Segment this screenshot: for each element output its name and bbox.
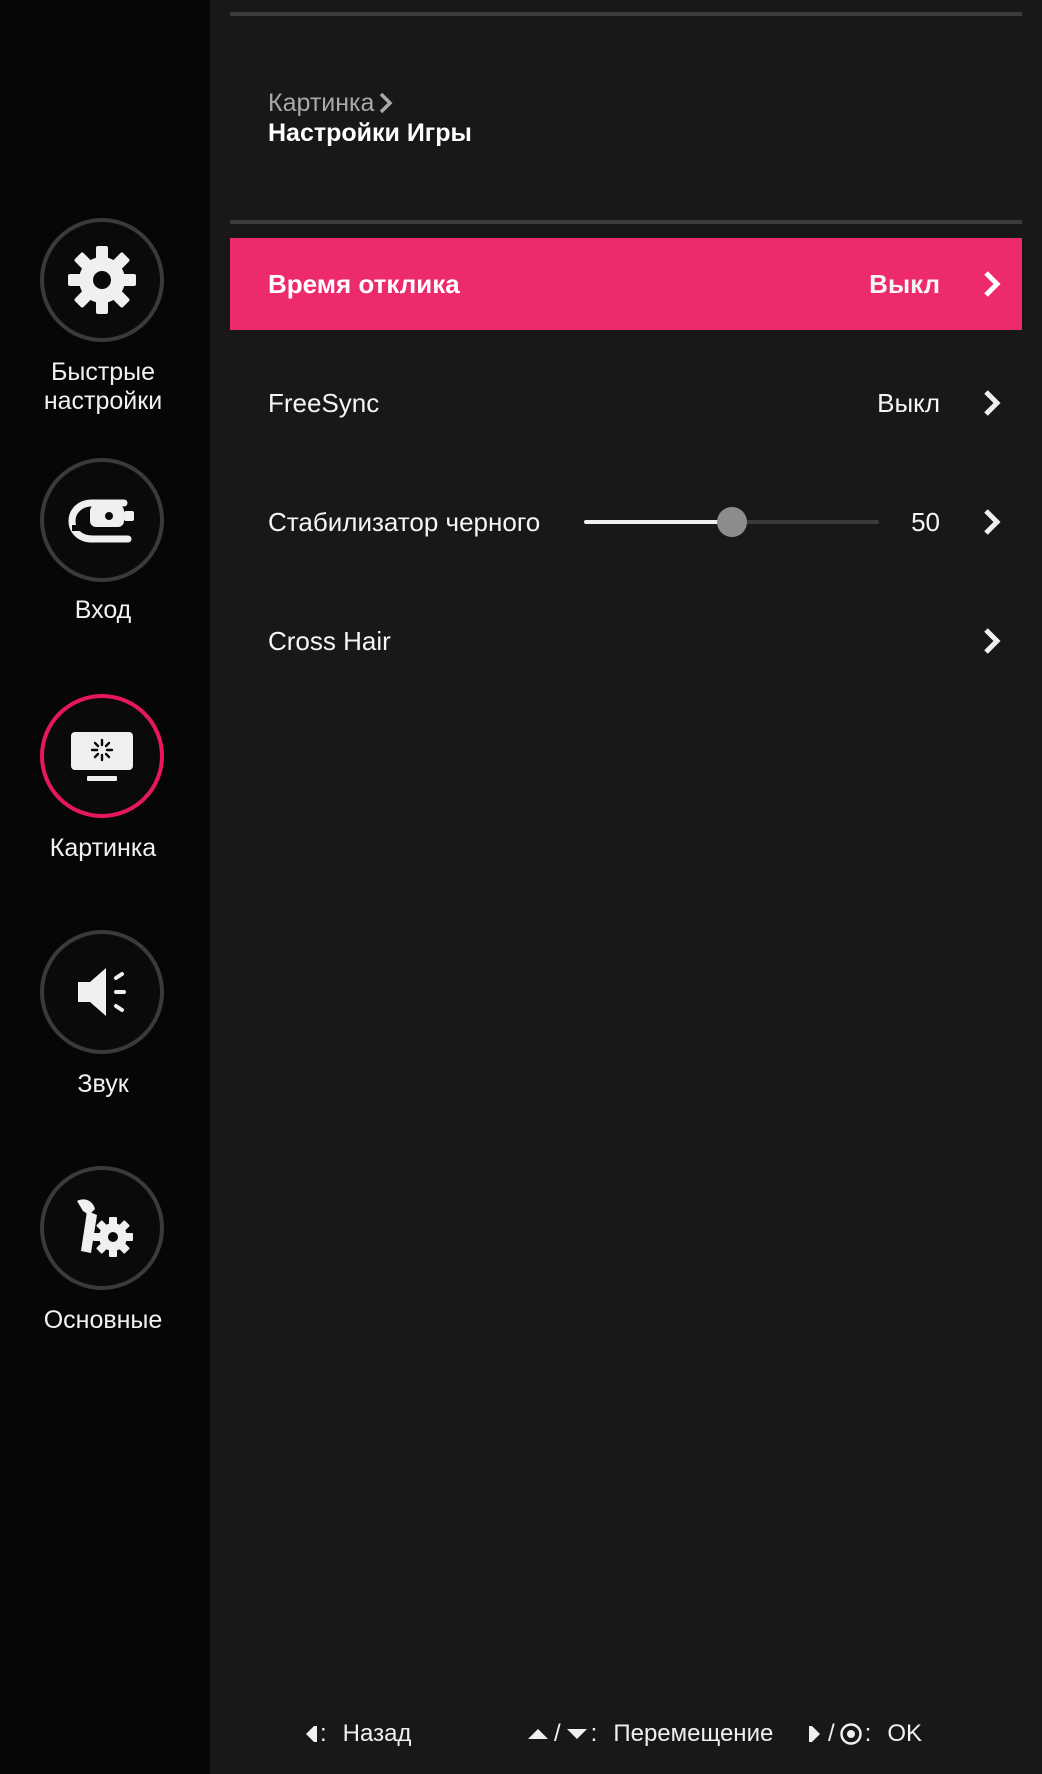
chevron-right-icon <box>380 92 393 114</box>
breadcrumb-parent: Картинка <box>268 89 375 117</box>
hint-ok-colon: : <box>864 1720 872 1747</box>
page-title: Настройки Игры <box>268 119 472 147</box>
input-cable-icon <box>68 499 134 543</box>
hint-move-separator: / <box>554 1720 561 1747</box>
sidebar-item-sound-circle <box>40 930 164 1054</box>
sidebar: Быстрые настройки Вход Картинка Звук Осн… <box>0 0 210 1774</box>
left-arrow-icon <box>306 1726 317 1742</box>
chevron-right-icon <box>984 271 1001 297</box>
setting-value: 50 <box>911 507 940 537</box>
breadcrumb: Картинка Настройки Игры <box>268 88 472 148</box>
slider-thumb[interactable] <box>716 507 747 537</box>
gear-icon <box>68 246 136 314</box>
setting-row-cross-hair[interactable]: Cross Hair <box>230 595 1022 687</box>
monitor-icon <box>71 732 133 781</box>
hint-back-label: Назад <box>342 1720 412 1747</box>
setting-row-response-time[interactable]: Время отклика Выкл <box>230 238 1022 330</box>
chevron-right-icon <box>984 509 1001 535</box>
setting-row-black-stabilizer[interactable]: Стабилизатор черного 50 <box>230 476 1022 568</box>
slider-fill <box>584 520 732 524</box>
hint-move-colon: : <box>590 1720 598 1747</box>
sidebar-item-label: Основные <box>43 1306 163 1334</box>
setting-label: FreeSync <box>268 388 380 418</box>
hint-back: : Назад <box>302 1712 411 1756</box>
ok-button-icon <box>839 1723 862 1745</box>
main-panel: Картинка Настройки Игры Время отклика Вы… <box>210 0 1042 1774</box>
setting-row-freesync[interactable]: FreeSync Выкл <box>230 357 1022 449</box>
setting-value: Выкл <box>869 269 940 299</box>
sidebar-item-label: Картинка <box>49 834 157 862</box>
setting-label: Cross Hair <box>268 626 391 656</box>
sidebar-item-label: Вход <box>74 596 132 624</box>
sidebar-item-quick-settings-circle <box>40 218 164 342</box>
setting-label: Стабилизатор черного <box>268 507 541 537</box>
right-arrow-icon <box>809 1726 820 1742</box>
up-arrow-icon <box>528 1729 548 1739</box>
hint-back-separator: : <box>320 1720 327 1747</box>
setting-label: Время отклика <box>268 269 460 299</box>
speaker-icon <box>78 968 126 1016</box>
breadcrumb-parent-row[interactable]: Картинка <box>268 88 472 118</box>
sidebar-item-picture-circle <box>40 694 164 818</box>
hint-move-label: Перемещение <box>613 1720 774 1747</box>
sidebar-item-label: Звук <box>77 1070 129 1098</box>
hint-ok-separator: / <box>828 1720 835 1747</box>
down-arrow-icon <box>566 1729 587 1739</box>
chevron-right-icon <box>984 390 1001 416</box>
sidebar-item-label: Быстрые настройки <box>43 358 163 415</box>
hint-move: / : Перемещение <box>526 1712 773 1756</box>
setting-value: Выкл <box>877 388 940 418</box>
tools-icon <box>77 1199 133 1257</box>
hint-ok-label: OK <box>887 1720 923 1747</box>
header-divider <box>230 220 1022 224</box>
hint-ok: / : OK <box>808 1712 922 1756</box>
footer-hints: : Назад / : Перемещение /: OK <box>210 1712 1042 1756</box>
sidebar-item-input-circle <box>40 458 164 582</box>
top-divider <box>230 12 1022 16</box>
chevron-right-icon <box>984 628 1001 654</box>
black-stabilizer-slider[interactable] <box>584 507 879 537</box>
osd-screen: Быстрые настройки Вход Картинка Звук Осн… <box>0 0 1042 1774</box>
sidebar-item-general-circle <box>40 1166 164 1290</box>
